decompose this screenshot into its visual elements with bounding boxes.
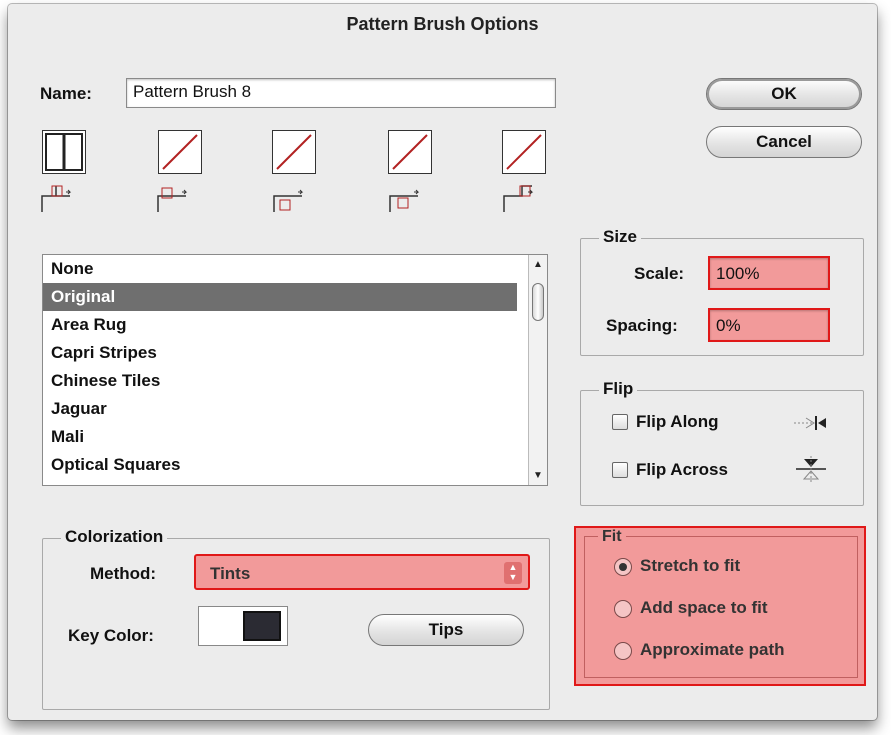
tile-diagonal-icon bbox=[276, 134, 312, 170]
cancel-button[interactable]: Cancel bbox=[706, 126, 862, 158]
key-color-swatch[interactable] bbox=[198, 606, 288, 646]
scroll-up-icon[interactable]: ▲ bbox=[533, 259, 543, 270]
add-space-to-fit-radio[interactable] bbox=[614, 600, 632, 618]
tile-diagonal-icon bbox=[162, 134, 198, 170]
scroll-down-icon[interactable]: ▼ bbox=[533, 470, 543, 481]
approximate-path-label[interactable]: Approximate path bbox=[640, 640, 785, 660]
spacing-field[interactable]: 0% bbox=[708, 308, 830, 342]
scroll-thumb[interactable] bbox=[532, 283, 544, 321]
add-space-to-fit-label[interactable]: Add space to fit bbox=[640, 598, 768, 618]
approximate-path-radio[interactable] bbox=[614, 642, 632, 660]
method-select[interactable]: Tints ▲ ▼ bbox=[194, 554, 530, 590]
list-item[interactable]: Mali bbox=[43, 423, 517, 451]
pattern-brush-options-dialog: Pattern Brush Options Name: Pattern Brus… bbox=[8, 4, 877, 720]
list-item-selected[interactable]: Original bbox=[43, 283, 517, 311]
radio-selected-dot bbox=[619, 563, 627, 571]
tile-diagonal-icon bbox=[392, 134, 428, 170]
flip-along-checkbox[interactable] bbox=[612, 414, 628, 430]
size-legend: Size bbox=[599, 227, 642, 247]
outer-corner-tile-button[interactable] bbox=[158, 130, 202, 174]
inner-corner-path-icon bbox=[273, 189, 304, 212]
flip-group: Flip bbox=[580, 379, 864, 506]
list-item[interactable]: Area Rug bbox=[43, 311, 517, 339]
colorization-legend: Colorization bbox=[61, 527, 168, 547]
flip-across-icon bbox=[796, 456, 826, 482]
method-value: Tints bbox=[210, 564, 251, 583]
spacing-label: Spacing: bbox=[606, 316, 678, 335]
scale-field[interactable]: 100% bbox=[708, 256, 830, 290]
flip-legend: Flip bbox=[599, 379, 638, 399]
list-item[interactable]: Optical Squares bbox=[43, 451, 517, 479]
key-color-sample bbox=[243, 611, 281, 641]
flip-across-label[interactable]: Flip Across bbox=[636, 460, 728, 480]
inner-corner-tile-button[interactable] bbox=[272, 130, 316, 174]
flip-along-icon bbox=[794, 416, 826, 430]
outer-corner-path-icon bbox=[157, 187, 188, 212]
end-path-icon bbox=[503, 185, 534, 212]
list-item[interactable]: Jaguar bbox=[43, 395, 517, 423]
key-color-label: Key Color: bbox=[68, 626, 154, 645]
pattern-list[interactable]: None Original Area Rug Capri Stripes Chi… bbox=[42, 254, 548, 486]
end-tile-button[interactable] bbox=[502, 130, 546, 174]
name-field[interactable]: Pattern Brush 8 bbox=[126, 78, 556, 108]
method-label: Method: bbox=[90, 564, 157, 583]
name-label: Name: bbox=[40, 84, 92, 103]
scale-label: Scale: bbox=[634, 264, 685, 283]
fit-legend: Fit bbox=[598, 528, 626, 546]
flip-along-label[interactable]: Flip Along bbox=[636, 412, 718, 432]
list-item[interactable]: Capri Stripes bbox=[43, 339, 517, 367]
flip-across-checkbox[interactable] bbox=[612, 462, 628, 478]
list-item[interactable]: Chinese Tiles bbox=[43, 367, 517, 395]
start-path-icon bbox=[389, 189, 420, 212]
tips-button[interactable]: Tips bbox=[368, 614, 524, 646]
side-tile-path-icon bbox=[41, 185, 72, 212]
start-tile-button[interactable] bbox=[388, 130, 432, 174]
side-tile-icon bbox=[45, 133, 83, 171]
side-tile-button[interactable] bbox=[42, 130, 86, 174]
ok-button[interactable]: OK bbox=[706, 78, 862, 110]
list-scrollbar[interactable]: ▲ ▼ bbox=[528, 255, 547, 485]
tile-diagonal-icon bbox=[506, 134, 542, 170]
select-arrows-icon: ▲ ▼ bbox=[504, 562, 522, 584]
stretch-to-fit-radio[interactable] bbox=[614, 558, 632, 576]
stretch-to-fit-label[interactable]: Stretch to fit bbox=[640, 556, 740, 576]
list-item[interactable]: None bbox=[43, 255, 517, 283]
dialog-title: Pattern Brush Options bbox=[346, 14, 539, 34]
